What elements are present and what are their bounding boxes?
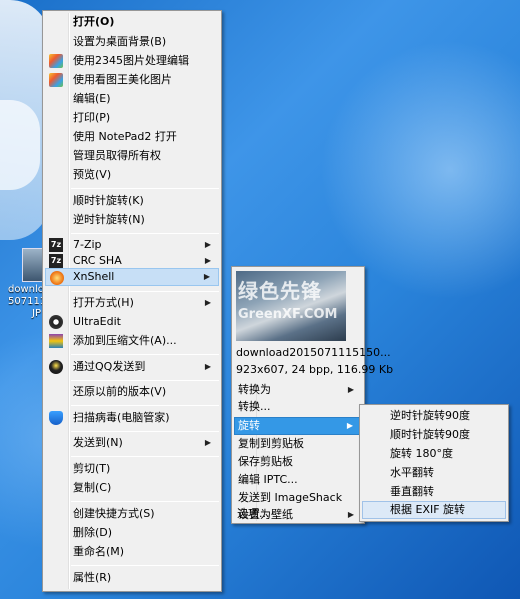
- image-info-text: 923x607, 24 bpp, 116.99 Kb: [236, 363, 394, 376]
- menu-item-notepad2[interactable]: 使用 NotePad2 打开: [45, 128, 219, 146]
- menu-item-delete[interactable]: 删除(D): [45, 524, 219, 542]
- background-glow: [320, 40, 520, 300]
- menu-item-copy[interactable]: 复制(C): [45, 479, 219, 497]
- menu-separator: [71, 291, 219, 292]
- submenu-arrow-icon: ▶: [204, 298, 211, 307]
- menu-item-rotate-cw-90[interactable]: 顺时针旋转90度: [362, 426, 506, 444]
- menu-item-flip-horizontal[interactable]: 水平翻转: [362, 464, 506, 482]
- ultraedit-icon: [49, 315, 63, 329]
- menu-item-properties[interactable]: 属性(R): [45, 569, 219, 587]
- menu-item-rotate-180[interactable]: 旋转 180°度: [362, 445, 506, 463]
- menu-item-xnshell[interactable]: XnShell ▶: [45, 268, 219, 286]
- 7zip-icon: 7z: [49, 238, 63, 252]
- submenu-arrow-icon: ▶: [204, 438, 211, 447]
- menu-item-ultraedit[interactable]: UltraEdit: [45, 313, 219, 331]
- preview-watermark: GreenXF.COM: [238, 307, 338, 322]
- menu-item-convert[interactable]: 转换...: [234, 398, 362, 416]
- menu-item-edit-iptc[interactable]: 编辑 IPTC...: [234, 471, 362, 489]
- menu-item-convert-to[interactable]: 转换为 ▶: [234, 381, 362, 399]
- menu-separator: [71, 565, 219, 566]
- menu-separator: [71, 188, 219, 189]
- menu-item-preview[interactable]: 预览(V): [45, 166, 219, 184]
- menu-item-print[interactable]: 打印(P): [45, 109, 219, 127]
- menu-item-rotate-by-exif[interactable]: 根据 EXIF 旋转: [362, 501, 506, 519]
- menu-separator: [71, 233, 219, 234]
- menu-separator: [71, 405, 219, 406]
- menu-item-kantuwang[interactable]: 使用看图王美化图片: [45, 71, 219, 89]
- xnshell-submenu: 绿色先锋 GreenXF.COM download2015071115150..…: [231, 266, 393, 524]
- menu-item-take-ownership[interactable]: 管理员取得所有权: [45, 147, 219, 165]
- menu-item-add-to-archive[interactable]: 添加到压缩文件(A)...: [45, 332, 219, 350]
- submenu-arrow-icon: ▶: [347, 385, 354, 394]
- context-menu: 打开(O) 设置为桌面背景(B) 使用2345图片处理编辑 使用看图王美化图片 …: [42, 10, 222, 592]
- image-viewer-icon: [49, 73, 63, 87]
- menu-separator: [71, 354, 219, 355]
- menu-item-set-wallpaper[interactable]: 设置为桌面背景(B): [45, 33, 219, 51]
- menu-separator: [71, 431, 219, 432]
- file-name-text: download2015071115150...: [236, 346, 391, 359]
- menu-item-open-with[interactable]: 打开方式(H) ▶: [45, 294, 219, 312]
- menu-item-copy-to-clipboard[interactable]: 复制到剪贴板: [234, 435, 362, 453]
- crc-sha-icon: 7z: [49, 254, 63, 268]
- menu-separator: [71, 456, 219, 457]
- menu-item-rotate-counterclockwise[interactable]: 逆时针旋转(N): [45, 211, 219, 229]
- menu-item-rename[interactable]: 重命名(M): [45, 543, 219, 561]
- rotate-submenu: 逆时针旋转90度 顺时针旋转90度 旋转 180°度 水平翻转 垂直翻转 根据 …: [359, 404, 509, 522]
- menu-item-edit[interactable]: 编辑(E): [45, 90, 219, 108]
- image-preview-thumbnail: 绿色先锋 GreenXF.COM: [236, 271, 346, 341]
- menu-item-create-shortcut[interactable]: 创建快捷方式(S): [45, 505, 219, 523]
- submenu-arrow-icon: ▶: [203, 272, 210, 281]
- preview-watermark: 绿色先锋: [238, 279, 322, 303]
- picture-editor-icon: [49, 54, 63, 68]
- menu-item-edit-2345[interactable]: 使用2345图片处理编辑: [45, 52, 219, 70]
- menu-item-rotate-ccw-90[interactable]: 逆时针旋转90度: [362, 407, 506, 425]
- menu-item-scan-virus[interactable]: 扫描病毒(电脑管家): [45, 409, 219, 427]
- menu-item-flip-vertical[interactable]: 垂直翻转: [362, 483, 506, 501]
- submenu-arrow-icon: ▶: [346, 421, 353, 430]
- menu-item-restore-previous-versions[interactable]: 还原以前的版本(V): [45, 383, 219, 401]
- shield-icon: [49, 411, 63, 425]
- submenu-arrow-icon: ▶: [204, 362, 211, 371]
- menu-item-rotate[interactable]: 旋转 ▶: [234, 417, 362, 435]
- menu-item-send-to[interactable]: 发送到(N) ▶: [45, 434, 219, 452]
- wallpaper-flower: [0, 100, 40, 190]
- menu-separator: [71, 380, 219, 381]
- menu-item-cut[interactable]: 剪切(T): [45, 460, 219, 478]
- xnshell-icon: [50, 271, 64, 285]
- qq-penguin-icon: [49, 360, 63, 374]
- menu-item-rotate-clockwise[interactable]: 顺时针旋转(K): [45, 192, 219, 210]
- winrar-icon: [49, 334, 63, 348]
- menu-separator: [71, 501, 219, 502]
- menu-item-options[interactable]: 选项...: [233, 505, 353, 523]
- menu-item-save-clipboard[interactable]: 保存剪贴板: [234, 453, 362, 471]
- menu-item-send-via-qq[interactable]: 通过QQ发送到 ▶: [45, 358, 219, 376]
- menu-item-open[interactable]: 打开(O): [45, 13, 219, 31]
